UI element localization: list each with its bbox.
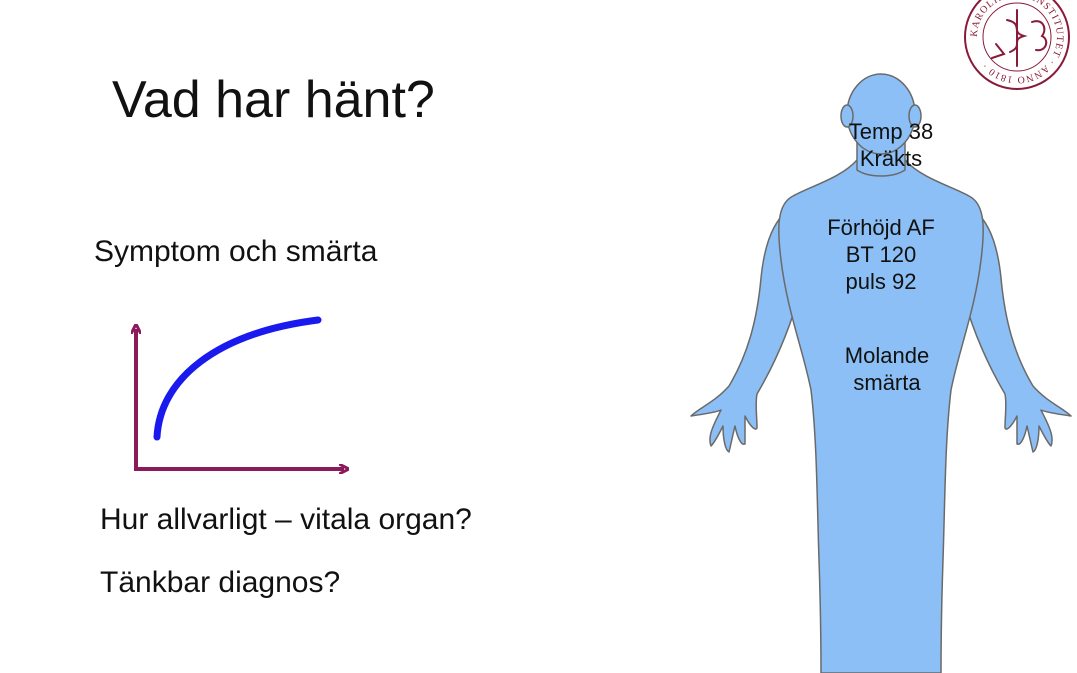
bullet-severity: Hur allvarligt – vitala organ?	[100, 503, 472, 536]
slide: Vad har hänt? Symptom och smärta Hur all…	[0, 0, 1077, 673]
university-seal-logo: KAROLINSKA INSTITUTET · ANNO 1810 ·	[964, 0, 1070, 90]
bullet-symptoms: Symptom och smärta	[94, 235, 378, 268]
pain-text-2: smärta	[853, 370, 921, 395]
resp-rate-text: Förhöjd AF	[827, 215, 935, 240]
head-label: Temp 38 Kräkts	[801, 118, 981, 172]
temp-text: Temp 38	[848, 119, 934, 144]
pulse-text: puls 92	[845, 269, 917, 294]
increasing-curve-graph-icon	[120, 316, 360, 485]
blood-pressure-text: BT 120	[845, 242, 917, 267]
pain-text-1: Molande	[844, 343, 930, 368]
slide-title: Vad har hänt?	[112, 71, 435, 129]
bullet-diagnosis: Tänkbar diagnos?	[100, 566, 341, 599]
vomited-text: Kräkts	[859, 146, 923, 171]
chest-label: Förhöjd AF BT 120 puls 92	[791, 214, 971, 295]
abdomen-label: Molande smärta	[797, 342, 977, 396]
graph-curve	[153, 316, 322, 441]
